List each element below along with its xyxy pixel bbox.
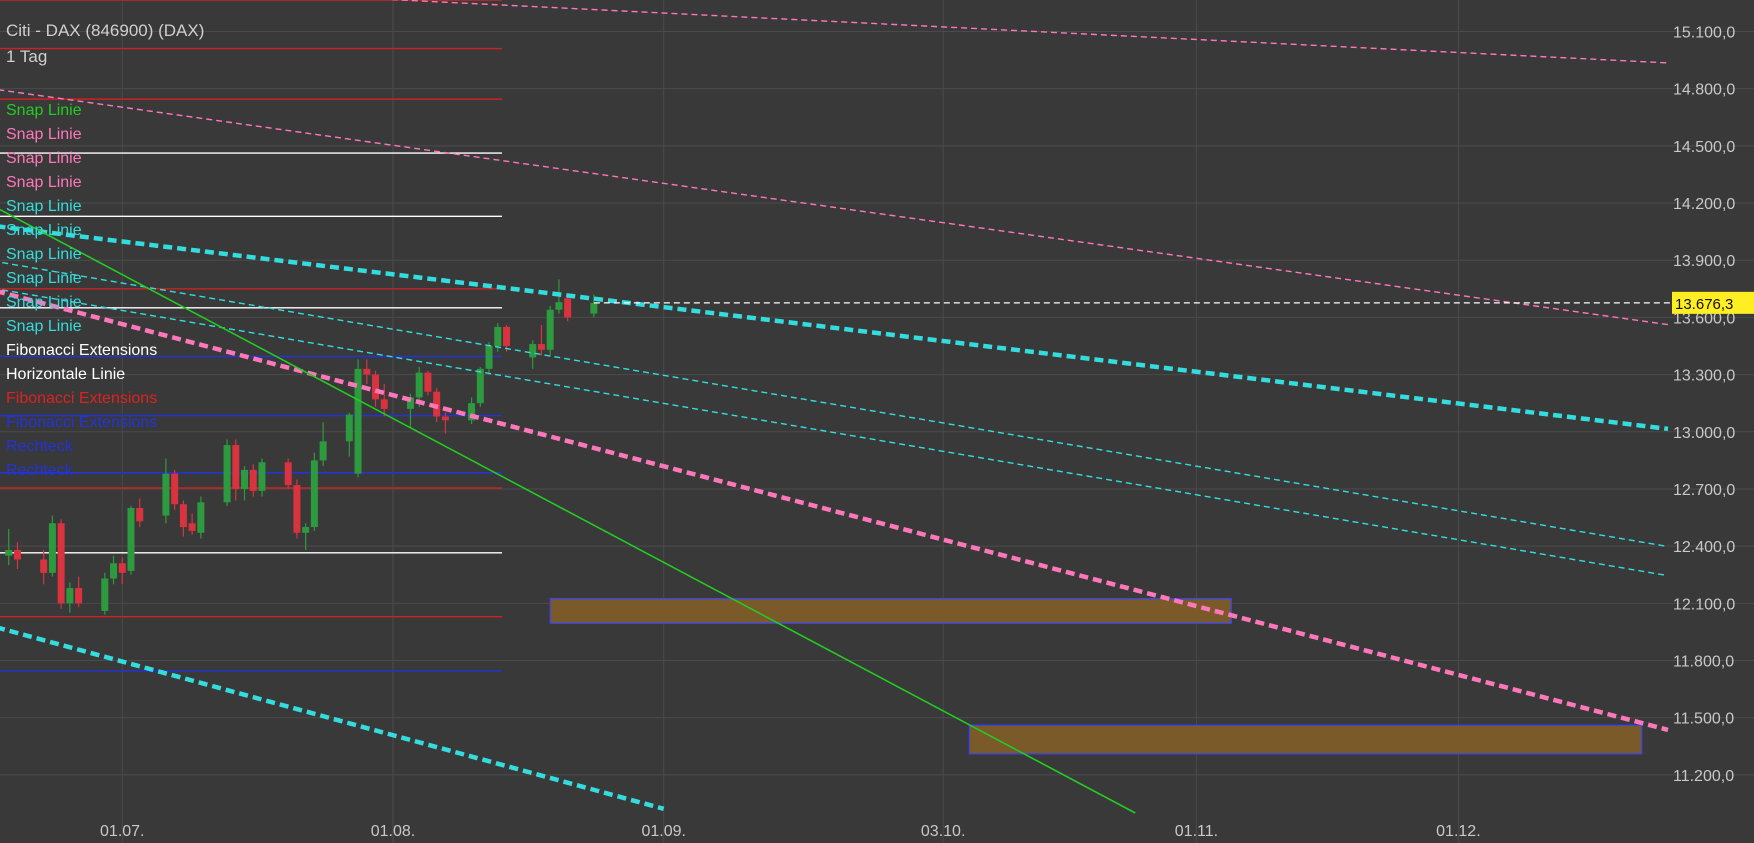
y-tick-label: 11.800,0 bbox=[1673, 654, 1734, 671]
candle-body[interactable] bbox=[179, 504, 187, 528]
candle-body[interactable] bbox=[66, 588, 74, 604]
legend-item[interactable]: Snap Linie bbox=[6, 102, 82, 119]
chart-root: 15.100,0 14.800,0 14.500,0 14.200,0 13.900,0… bbox=[0, 0, 1754, 843]
legend-item[interactable]: Rechteck bbox=[6, 438, 74, 455]
y-tick-label: 14.200,0 bbox=[1673, 196, 1735, 213]
candle-body[interactable] bbox=[441, 416, 449, 421]
candle-body[interactable] bbox=[241, 469, 249, 489]
candle-body[interactable] bbox=[127, 508, 135, 571]
legend-item[interactable]: Rechteck bbox=[6, 462, 74, 479]
legend-item[interactable]: Fibonacci Extensions bbox=[6, 414, 157, 431]
y-tick-label: 12.700,0 bbox=[1673, 482, 1735, 499]
candles bbox=[5, 279, 598, 615]
trend-line[interactable] bbox=[0, 287, 1669, 733]
x-tick-label: 01.08. bbox=[371, 823, 415, 840]
candle-body[interactable] bbox=[503, 326, 511, 346]
rectangle[interactable] bbox=[968, 724, 1643, 755]
candle-body[interactable] bbox=[363, 368, 371, 375]
legend-item[interactable]: Horizontale Linie bbox=[6, 366, 125, 383]
candle-body[interactable] bbox=[223, 445, 231, 503]
current-price-label: 13.676,3 bbox=[1675, 296, 1733, 313]
x-tick-label: 03.10. bbox=[921, 823, 965, 840]
legend-item[interactable]: Snap Linie bbox=[6, 222, 82, 239]
x-tick-label: 01.11. bbox=[1175, 823, 1218, 840]
rectangle[interactable] bbox=[549, 597, 1232, 624]
trend-line[interactable] bbox=[0, 624, 665, 811]
candle-body[interactable] bbox=[171, 473, 179, 505]
candle-body[interactable] bbox=[188, 523, 196, 531]
x-axis: 01.07. 01.08. 01.09. 03.10. 01.11. 01.12. bbox=[100, 823, 1481, 840]
candle-body[interactable] bbox=[345, 414, 353, 442]
candle-body[interactable] bbox=[485, 345, 493, 369]
legend-item[interactable]: Snap Linie bbox=[6, 318, 82, 335]
candle-body[interactable] bbox=[75, 588, 83, 604]
x-tick-label: 01.09. bbox=[641, 823, 685, 840]
legend-item[interactable]: Snap Linie bbox=[6, 198, 82, 215]
candle-body[interactable] bbox=[258, 462, 266, 491]
legend-item[interactable]: Fibonacci Extensions bbox=[6, 390, 157, 407]
candle-body[interactable] bbox=[494, 326, 502, 346]
trend-lines bbox=[0, 0, 1669, 814]
candle-body[interactable] bbox=[13, 549, 21, 560]
y-tick-label: 13.000,0 bbox=[1673, 425, 1735, 442]
chart-title: Citi - DAX (846900) (DAX) bbox=[6, 21, 204, 40]
candle-body[interactable] bbox=[197, 502, 205, 533]
candle-body[interactable] bbox=[48, 523, 56, 573]
legend-item[interactable]: Snap Linie bbox=[6, 150, 82, 167]
grid bbox=[0, 0, 1754, 843]
legend-item[interactable]: Snap Linie bbox=[6, 246, 82, 263]
candle-body[interactable] bbox=[372, 374, 380, 400]
legend-item[interactable]: Snap Linie bbox=[6, 294, 82, 311]
candle-body[interactable] bbox=[110, 563, 118, 579]
legend-item[interactable]: Snap Linie bbox=[6, 270, 82, 287]
y-tick-label: 12.400,0 bbox=[1673, 539, 1735, 556]
candle-body[interactable] bbox=[380, 399, 388, 409]
trend-line[interactable] bbox=[0, 200, 1136, 814]
current-price-tag: 13.676,3 bbox=[1672, 291, 1754, 314]
rectangles bbox=[549, 597, 1643, 755]
candle-body[interactable] bbox=[415, 372, 423, 398]
candle-body[interactable] bbox=[302, 527, 310, 533]
legend-item[interactable]: Fibonacci Extensions bbox=[6, 342, 157, 359]
y-tick-label: 14.800,0 bbox=[1673, 82, 1735, 99]
chart-header: Citi - DAX (846900) (DAX) 1 Tag bbox=[6, 21, 204, 66]
y-tick-label: 14.500,0 bbox=[1673, 139, 1735, 156]
legend-item[interactable]: Snap Linie bbox=[6, 174, 82, 191]
y-tick-label: 13.900,0 bbox=[1673, 253, 1735, 270]
drawing-legend: Snap Linie Snap Linie Snap Linie Snap Linie… bbox=[6, 102, 157, 479]
y-tick-label: 11.200,0 bbox=[1673, 768, 1734, 785]
candle-body[interactable] bbox=[555, 302, 563, 310]
x-tick-label: 01.07. bbox=[100, 823, 144, 840]
legend-item[interactable]: Snap Linie bbox=[6, 126, 82, 143]
candle-body[interactable] bbox=[537, 344, 545, 350]
chart-interval: 1 Tag bbox=[6, 47, 47, 66]
y-tick-label: 11.500,0 bbox=[1673, 711, 1734, 728]
candle-body[interactable] bbox=[310, 460, 318, 528]
candle-body[interactable] bbox=[529, 344, 537, 358]
candle-body[interactable] bbox=[546, 309, 554, 350]
candle-body[interactable] bbox=[162, 473, 170, 516]
x-tick-label: 01.12. bbox=[1436, 823, 1480, 840]
y-tick-label: 13.300,0 bbox=[1673, 368, 1735, 385]
candle-body[interactable] bbox=[101, 578, 109, 611]
y-axis: 15.100,0 14.800,0 14.500,0 14.200,0 13.900,0… bbox=[1673, 24, 1735, 784]
candle-body[interactable] bbox=[590, 302, 598, 314]
candlestick-chart[interactable]: 15.100,0 14.800,0 14.500,0 14.200,0 13.900,0… bbox=[0, 0, 1754, 843]
candle-body[interactable] bbox=[57, 523, 65, 604]
candle-body[interactable] bbox=[136, 508, 144, 522]
candle-body[interactable] bbox=[232, 445, 240, 489]
candle-body[interactable] bbox=[319, 441, 327, 461]
candle-body[interactable] bbox=[476, 368, 484, 404]
candle-body[interactable] bbox=[249, 469, 257, 491]
candle-body[interactable] bbox=[293, 485, 301, 533]
candle-body[interactable] bbox=[40, 559, 48, 573]
trend-line[interactable] bbox=[0, 224, 1669, 432]
y-tick-label: 15.100,0 bbox=[1673, 24, 1735, 41]
candle-body[interactable] bbox=[424, 372, 432, 392]
y-tick-label: 12.100,0 bbox=[1673, 596, 1735, 613]
candle-body[interactable] bbox=[284, 462, 292, 486]
candle-body[interactable] bbox=[5, 549, 13, 556]
candle-body[interactable] bbox=[564, 298, 572, 318]
candle-body[interactable] bbox=[118, 563, 126, 573]
